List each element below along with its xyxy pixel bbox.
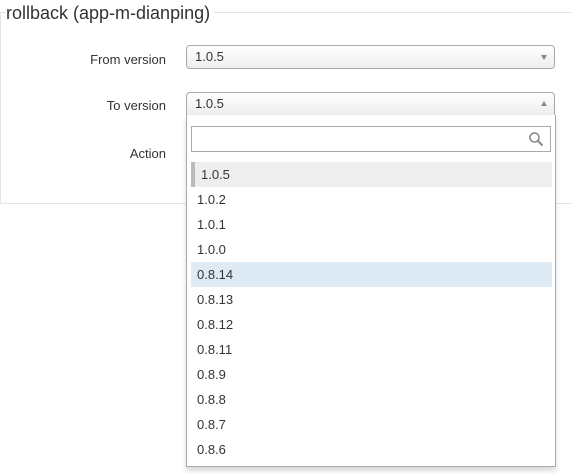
dropdown-option[interactable]: 0.8.6 xyxy=(191,437,552,462)
to-version-select[interactable]: 1.0.5 xyxy=(186,92,555,116)
dropdown-option[interactable]: 0.8.11 xyxy=(191,337,552,362)
chevron-up-icon xyxy=(541,101,547,106)
from-version-select[interactable]: 1.0.5 xyxy=(186,45,555,69)
dropdown-option[interactable]: 0.8.7 xyxy=(191,412,552,437)
rollback-page: rollback (app-m-dianping) From version 1… xyxy=(0,0,572,474)
dropdown-option[interactable]: 1.0.1 xyxy=(191,212,552,237)
dropdown-option[interactable]: 0.8.9 xyxy=(191,362,552,387)
to-version-label: To version xyxy=(106,98,166,113)
action-label: Action xyxy=(129,146,166,161)
dropdown-search-input[interactable] xyxy=(192,127,522,151)
chevron-down-icon xyxy=(541,55,547,60)
dropdown-option[interactable]: 0.8.12 xyxy=(191,312,552,337)
to-version-value: 1.0.5 xyxy=(195,96,224,111)
from-version-label: From version xyxy=(90,52,166,67)
dropdown-option[interactable]: 0.8.14 xyxy=(191,262,552,287)
dropdown-option[interactable]: 1.0.5 xyxy=(191,162,552,187)
dropdown-option[interactable]: 0.8.8 xyxy=(191,387,552,412)
dropdown-option[interactable]: 1.0.0 xyxy=(191,237,552,262)
from-version-value: 1.0.5 xyxy=(195,49,224,64)
dropdown-option[interactable]: 1.0.2 xyxy=(191,187,552,212)
search-icon xyxy=(529,132,543,146)
page-title: rollback (app-m-dianping) xyxy=(6,2,215,24)
dropdown-search-box xyxy=(191,126,551,152)
to-version-dropdown: 1.0.5 1.0.2 1.0.1 1.0.0 0.8.14 0.8.13 0.8.12 0.… xyxy=(186,115,556,467)
dropdown-options-list: 1.0.5 1.0.2 1.0.1 1.0.0 0.8.14 0.8.13 0.8.12 0.… xyxy=(191,162,552,462)
dropdown-option[interactable]: 0.8.13 xyxy=(191,287,552,312)
